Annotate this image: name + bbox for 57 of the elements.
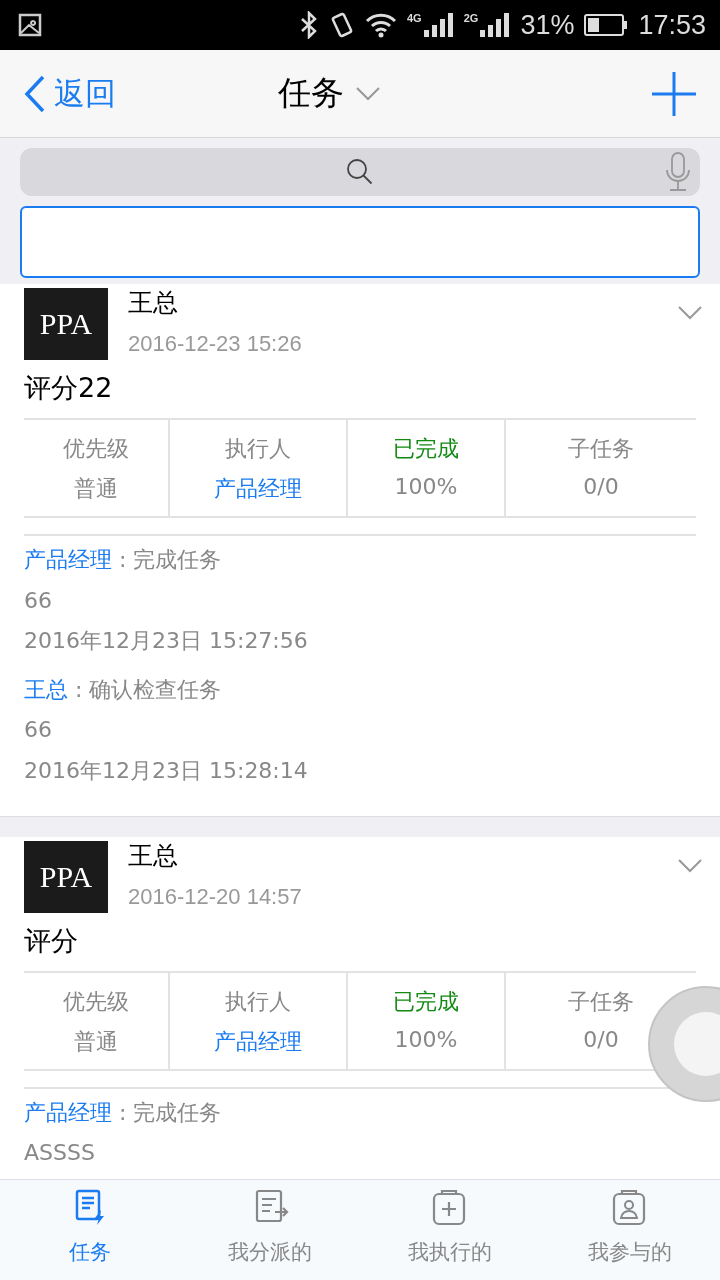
author-name: 王总 xyxy=(128,839,179,872)
comment-action: 王总 : 确认检查任务 xyxy=(24,675,223,704)
task-title: 评分22 xyxy=(24,371,114,405)
comment-time: 2016年12月23日 15:27:56 xyxy=(24,627,309,656)
tab[interactable]: 我分派的 xyxy=(180,1180,360,1280)
field-label: 已完成 xyxy=(393,987,459,1016)
author-name: 王总 xyxy=(128,287,179,319)
signal-icon xyxy=(480,12,511,38)
avatar-logo: PPA xyxy=(24,288,108,360)
chevron-down-icon[interactable] xyxy=(678,306,702,320)
field-value: 0/0 xyxy=(583,1026,619,1052)
chevron-left-icon[interactable] xyxy=(24,74,46,113)
vibrate-icon xyxy=(329,11,355,39)
clock-time: 17:53 xyxy=(638,9,706,41)
comment-time: 2016年12月23日 15:28:14 xyxy=(24,756,309,785)
battery-percent: 31% xyxy=(520,9,575,41)
field-label: 执行人 xyxy=(225,987,291,1016)
task-time: 2016-12-20 14:57 xyxy=(128,883,302,910)
network-label: 2G xyxy=(463,12,479,24)
comment-body: ASSSS xyxy=(24,1139,96,1168)
tab[interactable]: 我参与的 xyxy=(540,1180,720,1280)
tab[interactable]: 任务 xyxy=(0,1180,180,1280)
network-label: 4G xyxy=(407,12,422,24)
field-value: 产品经理 xyxy=(214,475,302,503)
microphone-icon[interactable] xyxy=(664,152,692,192)
field-value: 100% xyxy=(394,474,458,499)
field-label: 子任务 xyxy=(568,435,634,463)
page-title[interactable]: 任务 xyxy=(278,71,344,116)
image-icon xyxy=(18,13,42,37)
tab[interactable]: 我执行的 xyxy=(360,1180,540,1280)
field-label: 已完成 xyxy=(393,435,459,463)
field-label: 子任务 xyxy=(568,987,634,1016)
comment-action: 产品经理 : 完成任务 xyxy=(24,546,223,574)
task-time: 2016-12-23 15:26 xyxy=(128,331,302,357)
field-label: 执行人 xyxy=(225,435,291,463)
wifi-icon xyxy=(365,12,397,38)
search-icon xyxy=(346,158,374,186)
back-button[interactable]: 返回 xyxy=(24,72,116,115)
signal-icon xyxy=(423,12,454,38)
avatar-logo: PPA xyxy=(24,840,108,913)
comment-action: 产品经理 : 完成任务 xyxy=(24,1098,223,1127)
field-value: 100% xyxy=(394,1026,458,1052)
add-icon[interactable] xyxy=(652,71,696,116)
comment-body: 66 xyxy=(24,586,53,615)
chevron-down-icon[interactable] xyxy=(678,858,702,873)
field-label: 优先级 xyxy=(63,987,129,1016)
field-value: 普通 xyxy=(74,475,118,503)
bluetooth-icon xyxy=(299,11,319,39)
field-label: 优先级 xyxy=(63,435,129,463)
field-value: 产品经理 xyxy=(214,1027,302,1056)
field-value: 普通 xyxy=(74,1027,118,1056)
field-value: 0/0 xyxy=(583,474,619,499)
input-field[interactable] xyxy=(20,206,700,278)
battery-icon xyxy=(584,13,629,37)
task-title: 评分 xyxy=(24,923,79,958)
comment-body: 66 xyxy=(24,716,53,745)
chevron-down-icon[interactable] xyxy=(356,86,380,101)
